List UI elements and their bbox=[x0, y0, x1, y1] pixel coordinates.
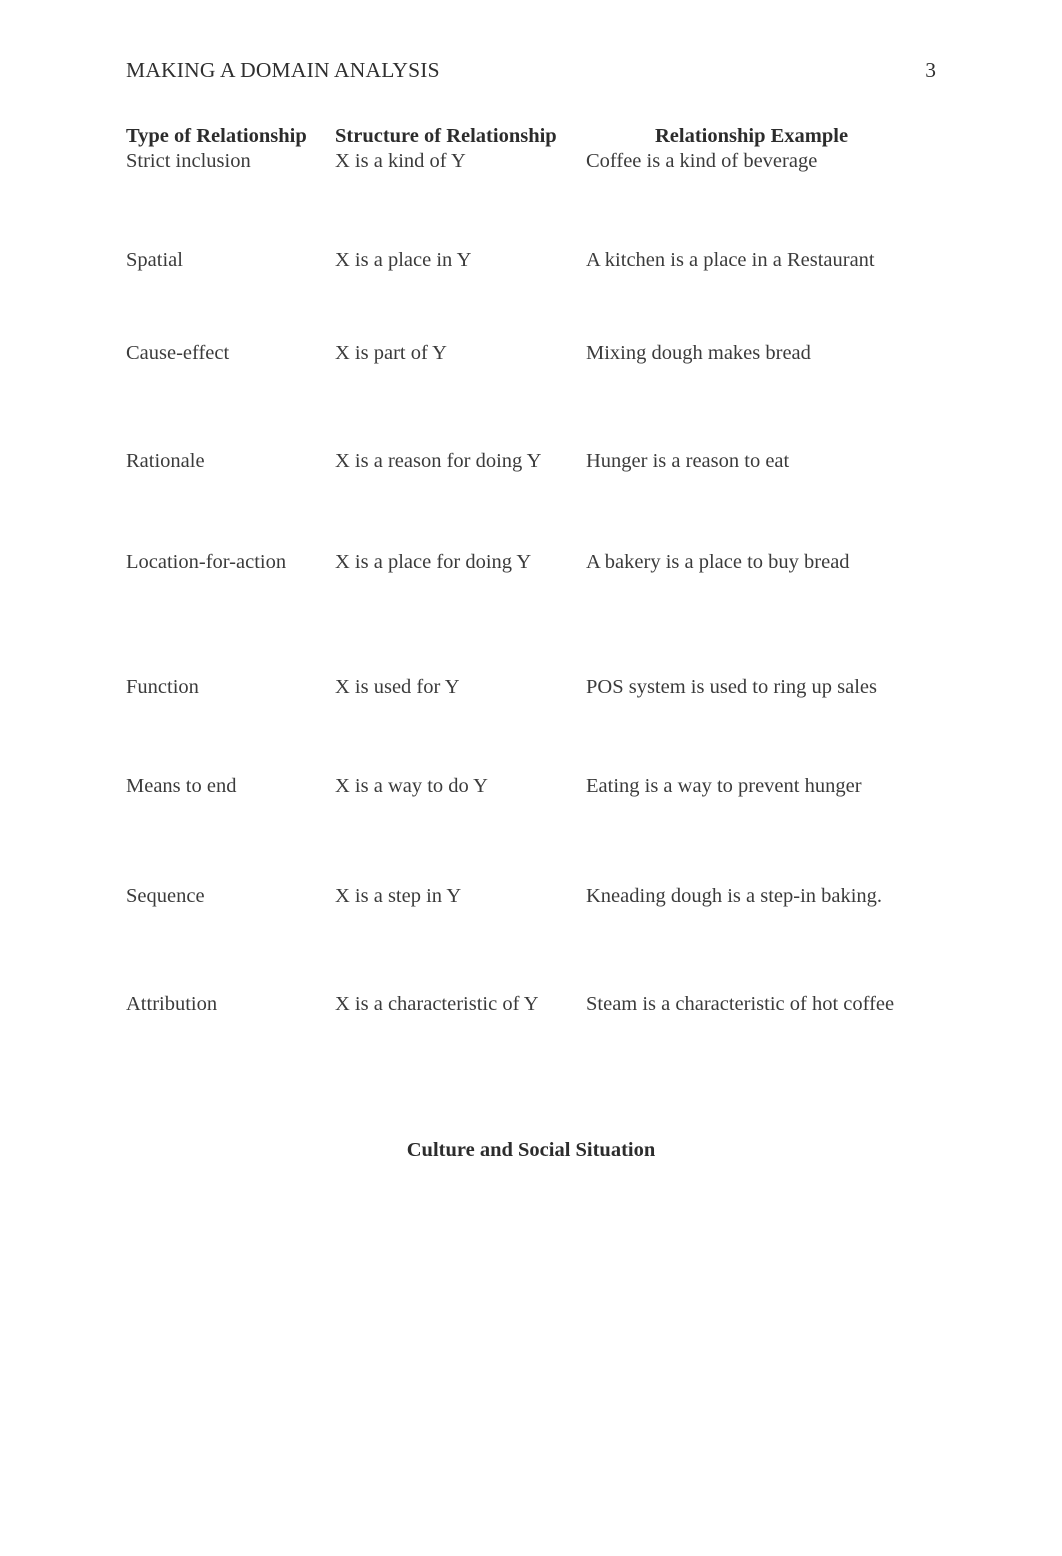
cell-relationship-example: Coffee is a kind of beverage bbox=[586, 150, 818, 172]
cell-relationship-structure: X is a place for doing Y bbox=[335, 551, 532, 573]
cell-relationship-structure: X is a step in Y bbox=[335, 885, 462, 907]
page-number: 3 bbox=[925, 58, 936, 82]
table-row: Attribution X is a characteristic of Y Ste… bbox=[126, 991, 956, 1017]
column-header-type: Type of Relationship bbox=[126, 125, 307, 147]
column-header-structure: Structure of Relationship bbox=[335, 125, 557, 147]
cell-relationship-type: Strict inclusion bbox=[126, 150, 251, 172]
cell-relationship-structure: X is used for Y bbox=[335, 676, 460, 698]
cell-relationship-example: Steam is a characteristic of hot coffee bbox=[586, 993, 895, 1015]
section-heading: Culture and Social Situation bbox=[406, 1139, 656, 1161]
table-row: Function X is used for Y POS system is use… bbox=[126, 674, 956, 700]
running-head: MAKING A DOMAIN ANALYSIS 3 bbox=[126, 58, 936, 88]
cell-relationship-type: Cause-effect bbox=[126, 342, 230, 364]
cell-relationship-example: A bakery is a place to buy bread bbox=[586, 551, 850, 573]
relationship-table: Type of Relationship Structure of Relati… bbox=[126, 123, 956, 1015]
table-header-row: Type of Relationship Structure of Relati… bbox=[126, 123, 956, 149]
table-row: Sequence X is a step in Y Kneading dough i… bbox=[126, 883, 956, 909]
table-row: Location-for-action X is a place for doin… bbox=[126, 549, 956, 575]
table-row: Means to end X is a way to do Y Eating is … bbox=[126, 773, 956, 799]
cell-relationship-structure: X is a place in Y bbox=[335, 249, 472, 271]
table-row: Spatial X is a place in Y A kitchen is a p… bbox=[126, 247, 956, 273]
table-row: Strict inclusion X is a kind of Y Coffee i… bbox=[126, 148, 956, 174]
cell-relationship-example: Eating is a way to prevent hunger bbox=[586, 775, 862, 797]
running-head-title: MAKING A DOMAIN ANALYSIS bbox=[126, 58, 440, 82]
cell-relationship-structure: X is part of Y bbox=[335, 342, 447, 364]
cell-relationship-example: POS system is used to ring up sales bbox=[586, 676, 877, 698]
cell-relationship-example: A kitchen is a place in a Restaurant bbox=[586, 249, 875, 271]
cell-relationship-type: Rationale bbox=[126, 450, 205, 472]
table-row: Rationale X is a reason for doing Y Hunger… bbox=[126, 448, 956, 474]
cell-relationship-type: Attribution bbox=[126, 993, 218, 1015]
table-row: Cause-effect X is part of Y Mixing dough m… bbox=[126, 340, 956, 366]
cell-relationship-example: Mixing dough makes bread bbox=[586, 342, 811, 364]
column-header-example: Relationship Example bbox=[655, 125, 849, 147]
cell-relationship-structure: X is a way to do Y bbox=[335, 775, 488, 797]
cell-relationship-type: Function bbox=[126, 676, 199, 698]
cell-relationship-type: Spatial bbox=[126, 249, 183, 271]
cell-relationship-type: Location-for-action bbox=[126, 551, 287, 573]
document-page: MAKING A DOMAIN ANALYSIS 3 Type of Relat… bbox=[0, 0, 1062, 1556]
cell-relationship-structure: X is a characteristic of Y bbox=[335, 993, 539, 1015]
cell-relationship-type: Sequence bbox=[126, 885, 205, 907]
cell-relationship-example: Hunger is a reason to eat bbox=[586, 450, 790, 472]
cell-relationship-structure: X is a kind of Y bbox=[335, 150, 466, 172]
cell-relationship-structure: X is a reason for doing Y bbox=[335, 450, 542, 472]
cell-relationship-example: Kneading dough is a step-in baking. bbox=[586, 885, 883, 907]
cell-relationship-type: Means to end bbox=[126, 775, 237, 797]
